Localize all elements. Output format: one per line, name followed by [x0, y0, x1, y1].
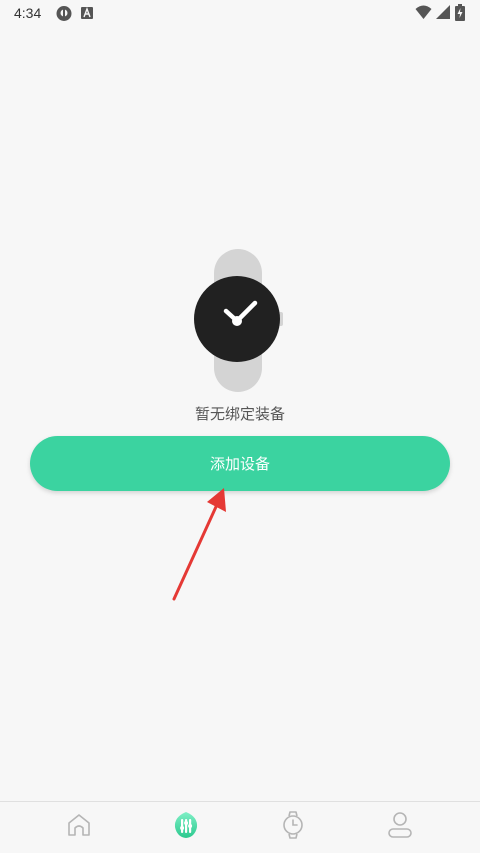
add-device-button[interactable]: 添加设备: [30, 436, 450, 491]
nav-profile[interactable]: [385, 810, 415, 840]
empty-state-label: 暂无绑定装备: [194, 405, 285, 423]
keyboard-a-icon: [81, 7, 93, 19]
add-device-button-label: 添加设备: [209, 455, 270, 473]
nav-home[interactable]: [64, 810, 94, 840]
watch-icon: [194, 249, 283, 392]
nav-health[interactable]: [171, 810, 201, 840]
health-icon: [174, 812, 198, 838]
home-icon: [68, 814, 90, 836]
battery-charging-icon: [455, 4, 465, 21]
bottom-nav: [0, 801, 480, 853]
profile-icon: [388, 812, 412, 838]
nav-device[interactable]: [278, 810, 308, 840]
wifi-icon: [415, 5, 432, 19]
status-time: 4:34: [14, 5, 42, 21]
device-watch-icon: [283, 811, 303, 839]
arrow-icon: [172, 488, 226, 601]
signal-icon: [436, 5, 450, 19]
status-bar: 4:34: [0, 0, 480, 26]
notification-icon: [56, 6, 72, 21]
